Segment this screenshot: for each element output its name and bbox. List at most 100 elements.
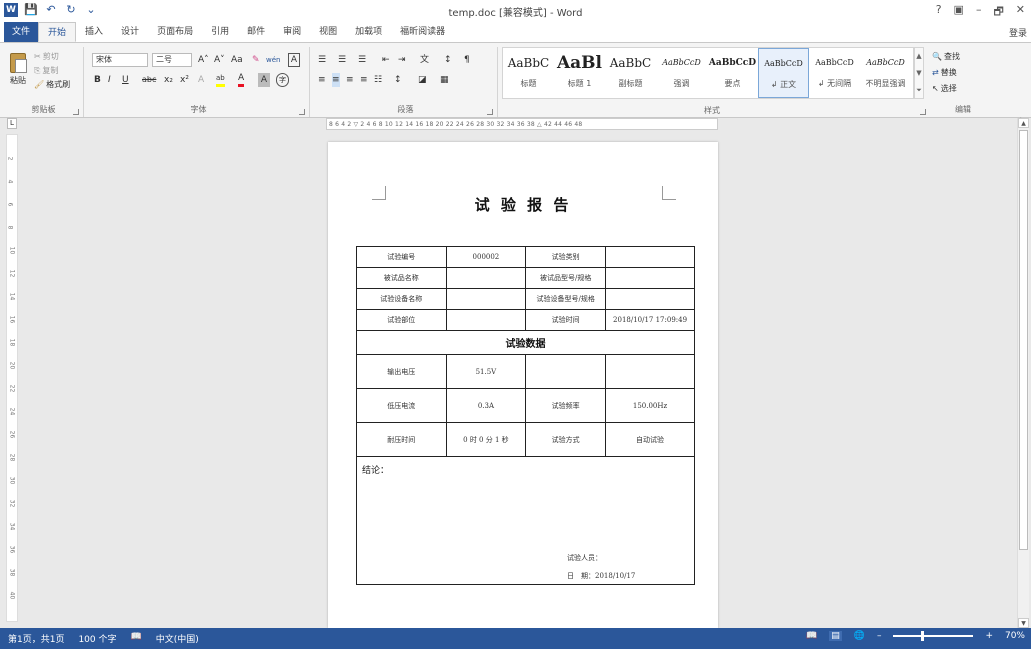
table-cell[interactable]: 51.5V	[445, 354, 527, 389]
vertical-scrollbar[interactable]: ▲ ▼	[1017, 118, 1029, 628]
table-cell[interactable]	[445, 288, 527, 310]
scroll-up-icon[interactable]: ▲	[1018, 118, 1029, 128]
sort-button[interactable]: ↕	[444, 53, 452, 67]
table-cell[interactable]: 被试品型号/规格	[525, 267, 607, 289]
highlight-button[interactable]: ab	[216, 73, 225, 87]
table-cell[interactable]	[605, 267, 695, 289]
tab-foxit-reader[interactable]: 福昕阅读器	[391, 22, 454, 42]
style-item[interactable]: AaBbCcD ↲ 正文	[758, 48, 809, 98]
style-item[interactable]: AaBbCcD ↲ 无间隔	[809, 48, 860, 98]
table-cell[interactable]: 试验部位	[356, 309, 447, 331]
increase-indent-button[interactable]: ⇥	[398, 53, 406, 67]
justify-button[interactable]: ≡	[360, 73, 368, 87]
word-count[interactable]: 100 个字	[78, 632, 116, 645]
italic-button[interactable]: I	[108, 73, 111, 87]
scroll-thumb[interactable]	[1019, 130, 1028, 550]
table-cell[interactable]: 150.00Hz	[605, 388, 695, 423]
enclose-char-button[interactable]: 字	[276, 73, 289, 87]
tab-references[interactable]: 引用	[202, 22, 238, 42]
table-cell[interactable]: 试验时间	[525, 309, 607, 331]
section-title[interactable]: 试验数据	[356, 330, 695, 355]
multilevel-list-button[interactable]: ☰	[358, 53, 366, 67]
table-cell[interactable]: 试验设备名称	[356, 288, 447, 310]
vertical-ruler[interactable]: 2 4 6 8 10 12 14 16 18 20 22 24 26 28 30 32 34 36 38 40	[6, 134, 18, 622]
table-cell[interactable]	[605, 288, 695, 310]
table-cell[interactable]	[445, 267, 527, 289]
tab-file[interactable]: 文件	[4, 22, 39, 42]
table-cell[interactable]: 0 时 0 分 1 秒	[445, 422, 527, 457]
select-button[interactable]: ↖ 选择	[932, 83, 957, 94]
clipboard-launcher-icon[interactable]	[73, 109, 79, 115]
cut-button[interactable]: ✂ 剪切	[34, 51, 59, 62]
paste-button[interactable]: 粘贴	[10, 53, 27, 86]
shrink-font-button[interactable]: A˅	[214, 53, 225, 67]
help-button[interactable]: ?	[936, 3, 942, 22]
style-item[interactable]: AaBbCcD 强调	[656, 48, 707, 98]
tab-selector[interactable]: L	[7, 118, 17, 129]
bullets-button[interactable]: ☰	[318, 53, 326, 67]
font-name-combo[interactable]: 宋体	[92, 53, 148, 67]
zoom-slider[interactable]	[893, 631, 974, 641]
tab-home[interactable]: 开始	[38, 22, 77, 42]
phonetic-guide-button[interactable]: wén	[266, 53, 280, 67]
replace-button[interactable]: ⇄ 替换	[932, 67, 957, 78]
style-item[interactable]: AaBbC 副标题	[605, 48, 656, 98]
cjk-layout-button[interactable]: 文	[420, 53, 429, 67]
table-cell[interactable]	[445, 309, 527, 331]
grow-font-button[interactable]: A˄	[198, 53, 209, 67]
zoom-level[interactable]: 70%	[1005, 631, 1025, 641]
ribbon-display-button[interactable]: ▣	[954, 3, 964, 22]
table-cell[interactable]	[605, 246, 695, 268]
styles-scroll[interactable]: ▲ ▼ ⏷	[914, 47, 924, 99]
zoom-slider-knob[interactable]	[921, 631, 925, 641]
align-left-button[interactable]: ≡	[318, 73, 326, 87]
document-title[interactable]: 试 验 报 告	[328, 194, 718, 215]
font-color-button[interactable]: A	[238, 73, 245, 87]
copy-button[interactable]: ⎘ 复制	[34, 65, 58, 76]
tab-view[interactable]: 视图	[310, 22, 346, 42]
proofing-icon[interactable]: 📖	[131, 632, 142, 645]
paragraph-launcher-icon[interactable]	[487, 109, 493, 115]
superscript-button[interactable]: x²	[180, 73, 189, 87]
tab-design[interactable]: 设计	[112, 22, 148, 42]
minimize-button[interactable]: –	[976, 3, 982, 22]
text-effects-button[interactable]: A	[198, 73, 204, 87]
table-cell[interactable]: 试验设备型号/规格	[525, 288, 607, 310]
style-item[interactable]: AaBl 标题 1	[554, 48, 605, 98]
tab-review[interactable]: 审阅	[274, 22, 310, 42]
subscript-button[interactable]: x₂	[164, 73, 173, 87]
tab-page-layout[interactable]: 页面布局	[148, 22, 202, 42]
login-link[interactable]: 登录	[1009, 26, 1027, 39]
restore-button[interactable]: 🗗	[993, 3, 1003, 22]
change-case-button[interactable]: Aa	[231, 53, 243, 67]
table-cell[interactable]	[605, 354, 695, 389]
font-launcher-icon[interactable]	[299, 109, 305, 115]
scroll-down-icon[interactable]: ▼	[1018, 618, 1029, 628]
style-item[interactable]: AaBbCcD 要点	[707, 48, 758, 98]
char-shading-button[interactable]: A	[258, 73, 270, 87]
tab-addins[interactable]: 加载项	[346, 22, 391, 42]
conclusion-cell[interactable]: 结论： 试验人员： 日 期：2018/10/17	[356, 456, 695, 585]
underline-button[interactable]: U	[122, 73, 129, 87]
tab-mailings[interactable]: 邮件	[238, 22, 274, 42]
bold-button[interactable]: B	[94, 73, 101, 87]
report-table[interactable]: 试验编号 000002 试验类别 被试品名称 被试品型号/规格 试验设备名称 试…	[356, 246, 695, 585]
format-painter-button[interactable]: 🖌 格式刷	[34, 79, 70, 90]
style-item[interactable]: AaBbC 标题	[503, 48, 554, 98]
align-right-button[interactable]: ≡	[346, 73, 354, 87]
shading-button[interactable]: ◪	[418, 73, 427, 87]
document-page[interactable]: 试 验 报 告 试验编号 000002 试验类别 被试品名称 被试品型号/规格 …	[328, 142, 718, 628]
char-border-button[interactable]: A	[288, 53, 300, 67]
decrease-indent-button[interactable]: ⇤	[382, 53, 390, 67]
table-cell[interactable]: 2018/10/17 17:09:49	[605, 309, 695, 331]
numbering-button[interactable]: ☰	[338, 53, 346, 67]
strikethrough-button[interactable]: abc	[142, 73, 156, 87]
style-item[interactable]: AaBbCcD 不明显强调	[860, 48, 911, 98]
table-cell[interactable]: 输出电压	[356, 354, 447, 389]
table-cell[interactable]: 试验类别	[525, 246, 607, 268]
borders-button[interactable]: ▦	[440, 73, 449, 87]
table-cell[interactable]: 被试品名称	[356, 267, 447, 289]
table-cell[interactable]	[525, 354, 607, 389]
page-count[interactable]: 第1页，共1页	[8, 632, 64, 645]
table-cell[interactable]: 低压电流	[356, 388, 447, 423]
